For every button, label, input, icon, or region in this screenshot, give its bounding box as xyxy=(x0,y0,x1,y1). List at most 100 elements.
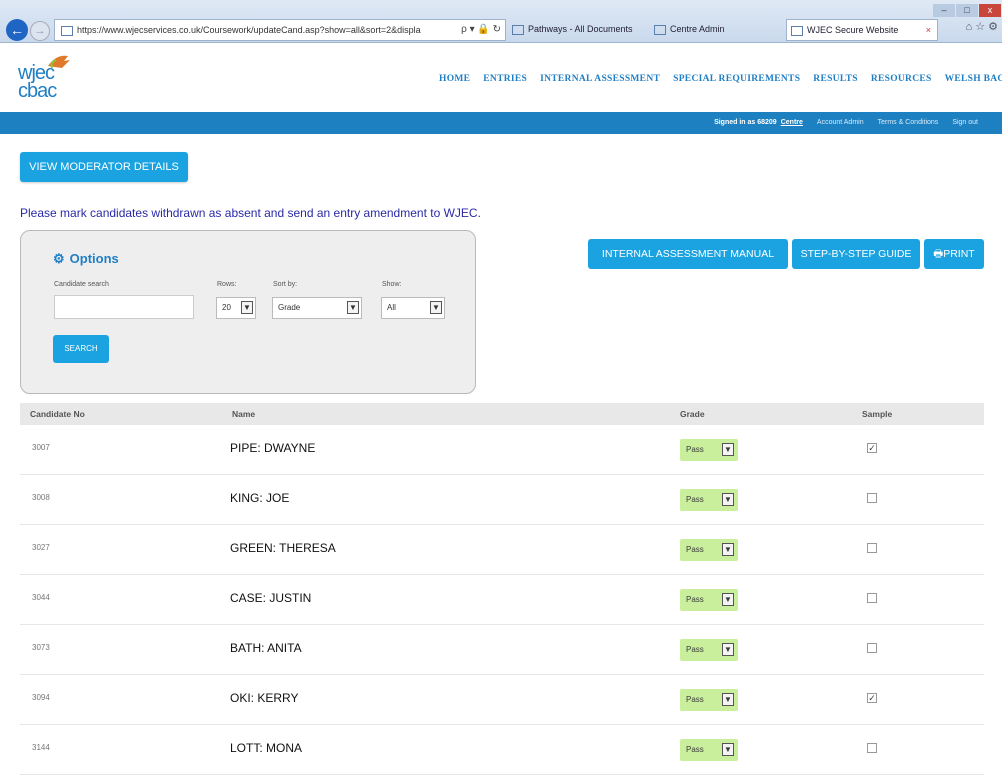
page-icon xyxy=(61,25,73,36)
tab-pathways[interactable]: Pathways - All Documents xyxy=(508,19,646,39)
page-icon xyxy=(654,24,666,35)
candidate-number: 3094 xyxy=(32,693,50,702)
options-panel: ⚙ Options Candidate search Rows: 20 ▼ Sort… xyxy=(20,230,476,394)
view-moderator-button[interactable]: VIEW MODERATOR DETAILS xyxy=(20,152,188,182)
back-icon[interactable]: ← xyxy=(6,19,28,41)
candidate-search-input[interactable] xyxy=(54,295,194,319)
window-close-icon[interactable]: x xyxy=(979,4,1001,17)
grade-select[interactable]: Pass ▼ xyxy=(680,689,738,711)
grade-value: Pass xyxy=(686,495,704,504)
candidate-name: GREEN: THERESA xyxy=(230,541,336,555)
main-nav: HOME ENTRIES INTERNAL ASSESSMENT SPECIAL RE… xyxy=(439,74,1002,84)
candidate-name: CASE: JUSTIN xyxy=(230,591,312,605)
wjec-logo[interactable]: wjec cbac xyxy=(18,52,78,102)
chevron-down-icon: ▼ xyxy=(241,301,253,314)
chevron-down-icon: ▼ xyxy=(722,593,734,606)
sort-value: Grade xyxy=(278,303,301,312)
chevron-down-icon: ▼ xyxy=(347,301,359,314)
nav-internal-assessment[interactable]: INTERNAL ASSESSMENT xyxy=(540,74,660,84)
terms-link[interactable]: Terms & Conditions xyxy=(878,119,939,126)
grade-value: Pass xyxy=(686,445,704,454)
printer-icon: 🖶 xyxy=(933,248,944,260)
chevron-down-icon: ▼ xyxy=(722,743,734,756)
grade-select[interactable]: Pass ▼ xyxy=(680,439,738,461)
sample-checkbox[interactable]: ✓ xyxy=(867,693,877,703)
internal-assessment-manual-button[interactable]: INTERNAL ASSESSMENT MANUAL xyxy=(588,239,788,269)
grade-select[interactable]: Pass ▼ xyxy=(680,639,738,661)
candidate-number: 3044 xyxy=(32,593,50,602)
candidate-name: KING: JOE xyxy=(230,491,290,505)
chevron-down-icon: ▼ xyxy=(722,443,734,456)
grade-select[interactable]: Pass ▼ xyxy=(680,739,738,761)
chevron-down-icon: ▼ xyxy=(722,693,734,706)
grade-value: Pass xyxy=(686,595,704,604)
address-tools[interactable]: ρ ▾ 🔒 ↻ xyxy=(461,20,501,40)
candidate-name: LOTT: MONA xyxy=(230,741,303,755)
sample-checkbox[interactable] xyxy=(867,493,877,503)
tab-centre-admin[interactable]: Centre Admin xyxy=(650,19,778,39)
options-title-text: Options xyxy=(69,251,119,266)
print-button[interactable]: 🖶PRINT xyxy=(924,239,984,269)
sign-out-link[interactable]: Sign out xyxy=(952,119,978,126)
address-text: https://www.wjecservices.co.uk/Coursewor… xyxy=(77,25,421,35)
grade-select[interactable]: Pass ▼ xyxy=(680,489,738,511)
grade-value: Pass xyxy=(686,745,704,754)
header-candidate-no: Candidate No xyxy=(30,409,85,419)
nav-entries[interactable]: ENTRIES xyxy=(483,74,527,84)
options-title: ⚙ Options xyxy=(53,251,119,267)
step-by-step-guide-button[interactable]: STEP-BY-STEP GUIDE xyxy=(792,239,920,269)
account-links: Signed in as 68209 Centre Account Admin Ter… xyxy=(714,112,978,134)
withdrawn-notice: Please mark candidates withdrawn as abse… xyxy=(20,206,481,220)
address-bar[interactable]: https://www.wjecservices.co.uk/Coursewor… xyxy=(54,19,506,41)
sort-select[interactable]: Grade ▼ xyxy=(272,297,362,319)
tab-close-icon[interactable]: × xyxy=(926,20,931,40)
show-value: All xyxy=(387,303,396,312)
tab-label: WJEC Secure Website xyxy=(807,25,899,35)
nav-home[interactable]: HOME xyxy=(439,74,470,84)
rows-label: Rows: xyxy=(217,281,237,288)
grade-value: Pass xyxy=(686,645,704,654)
chevron-down-icon: ▼ xyxy=(430,301,442,314)
show-select[interactable]: All ▼ xyxy=(381,297,445,319)
sample-checkbox[interactable] xyxy=(867,543,877,553)
candidate-number: 3073 xyxy=(32,643,50,652)
table-row: 3007 PIPE: DWAYNE Pass ▼ ✓ xyxy=(20,425,984,475)
page-icon xyxy=(512,24,524,35)
tab-wjec-secure[interactable]: WJEC Secure Website × xyxy=(786,19,938,41)
browser-tools-icons[interactable]: ⌂ ☆ ⚙ xyxy=(966,20,998,33)
signed-in-text: Signed in as 68209 xyxy=(714,119,777,126)
table-row: 3144 LOTT: MONA Pass ▼ xyxy=(20,725,984,775)
rows-select[interactable]: 20 ▼ xyxy=(216,297,256,319)
nav-resources[interactable]: RESOURCES xyxy=(871,74,932,84)
grade-select[interactable]: Pass ▼ xyxy=(680,539,738,561)
centre-link[interactable]: Centre xyxy=(781,119,803,126)
page-icon xyxy=(791,25,803,36)
account-admin-link[interactable]: Account Admin xyxy=(817,119,864,126)
candidates-table: Candidate No Name Grade Sample 3007 PIPE:… xyxy=(20,403,984,775)
chevron-down-icon: ▼ xyxy=(722,493,734,506)
grade-select[interactable]: Pass ▼ xyxy=(680,589,738,611)
table-row: 3094 OKI: KERRY Pass ▼ ✓ xyxy=(20,675,984,725)
candidate-number: 3027 xyxy=(32,543,50,552)
forward-icon[interactable]: → xyxy=(30,21,50,41)
search-button[interactable]: SEARCH xyxy=(53,335,109,363)
candidate-search-label: Candidate search xyxy=(54,281,109,288)
sample-checkbox[interactable] xyxy=(867,593,877,603)
candidate-number: 3144 xyxy=(32,743,50,752)
candidate-name: PIPE: DWAYNE xyxy=(230,441,316,455)
nav-welsh-bac[interactable]: WELSH BAC xyxy=(945,74,1002,84)
account-bar: Signed in as 68209 Centre Account Admin Ter… xyxy=(0,112,1002,134)
sample-checkbox[interactable] xyxy=(867,643,877,653)
header-grade: Grade xyxy=(680,409,705,419)
show-label: Show: xyxy=(382,281,402,288)
nav-special-requirements[interactable]: SPECIAL REQUIREMENTS xyxy=(673,74,800,84)
nav-results[interactable]: RESULTS xyxy=(813,74,858,84)
sample-checkbox[interactable]: ✓ xyxy=(867,443,877,453)
table-row: 3073 BATH: ANITA Pass ▼ xyxy=(20,625,984,675)
window-controls: – □ x xyxy=(932,0,1002,17)
browser-chrome: – □ x ← → https://www.wjecservices.co.uk/C… xyxy=(0,0,1002,43)
sample-checkbox[interactable] xyxy=(867,743,877,753)
minimize-icon[interactable]: – xyxy=(933,4,955,17)
sort-label: Sort by: xyxy=(273,281,298,288)
maximize-icon[interactable]: □ xyxy=(956,4,978,17)
